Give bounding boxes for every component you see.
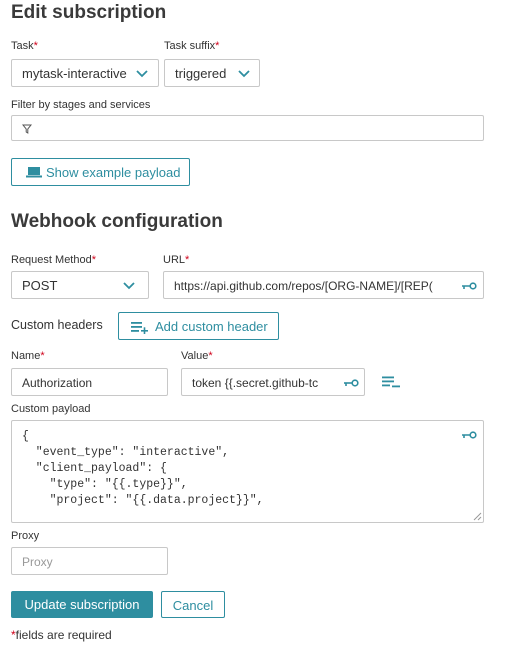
url-label: URL* [163, 254, 190, 266]
laptop-icon [26, 167, 42, 178]
remove-header-icon[interactable] [382, 376, 400, 388]
proxy-placeholder: Proxy [22, 555, 53, 569]
chevron-down-icon [136, 70, 148, 78]
url-value: https://api.github.com/repos/[ORG-NAME]/… [174, 279, 433, 293]
required-note: *fields are required [11, 628, 112, 642]
payload-line: { [22, 430, 29, 443]
filter-icon [22, 124, 32, 134]
header-value-label: Value* [181, 350, 213, 362]
secret-key-icon[interactable] [461, 430, 477, 440]
header-value-input[interactable]: token {{.secret.github-tc [181, 368, 365, 396]
task-select[interactable]: mytask-interactive [11, 59, 159, 87]
custom-payload-label: Custom payload [11, 403, 91, 415]
update-subscription-button[interactable]: Update subscription [11, 591, 153, 618]
task-label: Task* [11, 40, 38, 52]
cancel-label: Cancel [172, 598, 214, 613]
filter-input[interactable] [11, 115, 484, 141]
request-method-value: POST [22, 278, 58, 293]
show-example-payload-label: Show example payload [46, 165, 181, 180]
resize-handle-icon[interactable] [473, 512, 482, 521]
proxy-input[interactable]: Proxy [11, 547, 168, 575]
request-method-select[interactable]: POST [11, 271, 149, 299]
secret-key-icon[interactable] [461, 281, 477, 291]
webhook-title: Webhook configuration [11, 211, 223, 232]
show-example-payload-button[interactable]: Show example payload [11, 158, 190, 186]
task-suffix-value: triggered [175, 66, 227, 81]
payload-line: "client_payload": { [22, 462, 167, 475]
payload-line: "type": "{{.type}}", [22, 478, 188, 491]
cancel-button[interactable]: Cancel [161, 591, 225, 618]
header-name-value: Authorization [22, 376, 93, 390]
add-list-icon [131, 322, 148, 334]
add-custom-header-button[interactable]: Add custom header [118, 312, 279, 340]
proxy-label: Proxy [11, 530, 40, 542]
payload-line: "event_type": "interactive", [22, 446, 230, 459]
update-subscription-label: Update subscription [24, 597, 140, 612]
chevron-down-icon [238, 70, 250, 78]
header-value-text: token {{.secret.github-tc [192, 376, 319, 390]
task-suffix-label: Task suffix* [164, 40, 220, 52]
add-custom-header-label: Add custom header [155, 319, 268, 334]
filter-label: Filter by stages and services [11, 99, 151, 111]
custom-payload-textarea[interactable]: { "event_type": "interactive", "client_p… [11, 420, 484, 523]
payload-line: "project": "{{.data.project}}", [22, 494, 264, 507]
page-title: Edit subscription [11, 2, 167, 23]
url-input[interactable]: https://api.github.com/repos/[ORG-NAME]/… [163, 271, 484, 299]
custom-headers-label: Custom headers [11, 318, 103, 332]
task-select-value: mytask-interactive [22, 66, 127, 81]
header-name-input[interactable]: Authorization [11, 368, 168, 396]
request-method-label: Request Method* [11, 254, 96, 266]
chevron-down-icon [123, 282, 135, 290]
secret-key-icon[interactable] [343, 378, 359, 388]
task-suffix-select[interactable]: triggered [164, 59, 260, 87]
payload-code: { "event_type": "interactive", "client_p… [22, 429, 264, 509]
header-name-label: Name* [11, 350, 45, 362]
